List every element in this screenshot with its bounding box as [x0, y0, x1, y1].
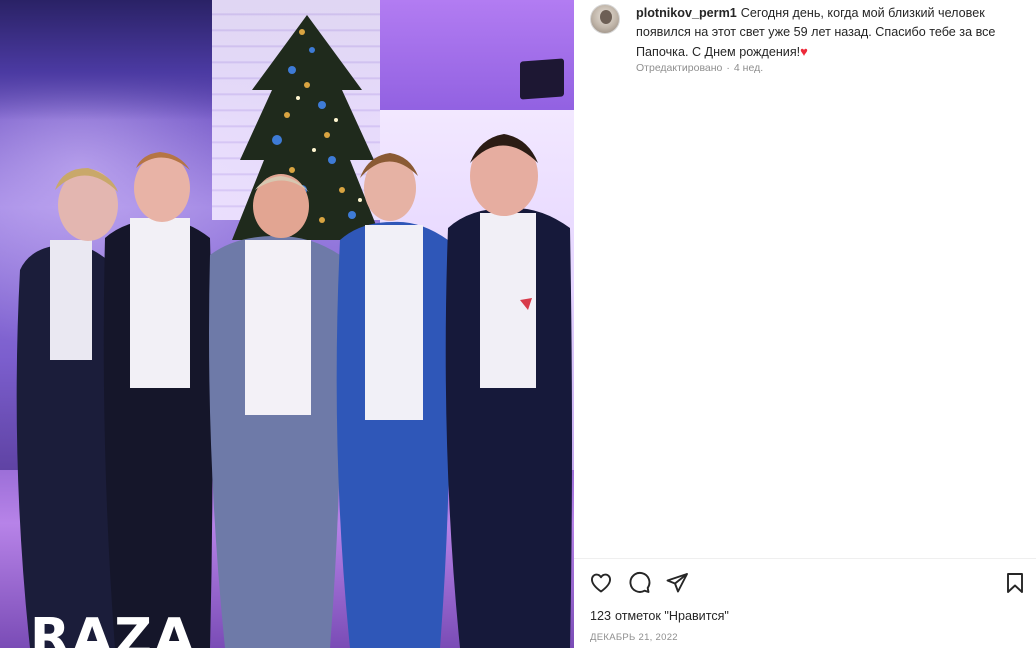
photo-speaker — [520, 58, 564, 100]
post-caption: plotnikov_perm1 Сегодня день, когда мой б… — [636, 4, 1016, 62]
person-2-graphic — [103, 152, 213, 648]
like-button[interactable] — [588, 570, 614, 596]
actions-divider — [574, 558, 1036, 559]
edited-label: Отредактировано — [636, 62, 723, 74]
edited-time[interactable]: 4 нед. — [734, 62, 763, 74]
person-5-graphic — [445, 134, 572, 648]
heart-outline-icon — [591, 573, 611, 593]
likes-label: отметок "Нравится" — [615, 609, 729, 623]
save-button[interactable] — [1002, 570, 1028, 596]
person-3-graphic — [209, 174, 342, 648]
post-side-panel: plotnikov_perm1 Сегодня день, когда мой б… — [574, 0, 1036, 648]
comment-button[interactable] — [626, 570, 652, 596]
likes-count[interactable]: 123 отметок "Нравится" — [590, 609, 733, 623]
post-actions-bar — [588, 570, 1028, 596]
comment-bubble-icon — [629, 571, 651, 593]
likes-number: 123 — [590, 609, 612, 623]
heart-emoji-icon: ♥ — [800, 44, 808, 59]
photo-watermark: RAZA — [30, 608, 197, 648]
post-date[interactable]: ДЕКАБРЬ 21, 2022 — [590, 632, 678, 643]
edited-info: Отредактировано · 4 нед. — [636, 62, 767, 74]
share-button[interactable] — [664, 570, 690, 596]
avatar[interactable] — [590, 4, 620, 34]
username-link[interactable]: plotnikov_perm1 — [636, 6, 737, 20]
post-photo[interactable]: RAZA — [0, 0, 574, 648]
paper-plane-icon — [666, 573, 688, 593]
bookmark-icon — [1007, 573, 1023, 593]
person-4-graphic — [336, 153, 451, 648]
edited-separator: · — [726, 62, 730, 74]
